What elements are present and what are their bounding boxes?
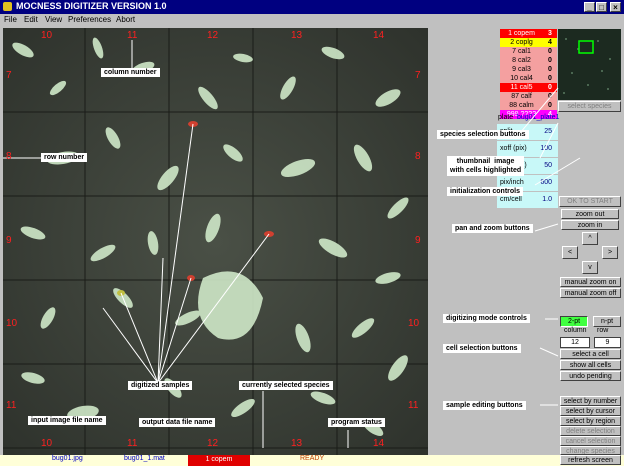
- col-num-bottom: 10: [41, 438, 53, 449]
- row-num-right: 10: [408, 318, 420, 329]
- image-canvas[interactable]: 10 11 12 13 14 7 8 9 10 11 7 8 9 10 11 1…: [3, 28, 428, 455]
- app-icon: [3, 2, 12, 11]
- two-pt-mode-button[interactable]: 2-pt: [560, 316, 588, 327]
- menu-edit[interactable]: Edit: [24, 15, 38, 24]
- column-label: column: [564, 327, 587, 334]
- callout-output-data-file-name: output data file name: [139, 418, 216, 427]
- menu-abort[interactable]: Abort: [116, 15, 135, 24]
- callout-input-image-file-name: input image file name: [28, 416, 106, 425]
- select-a-cell-button[interactable]: select a cell: [560, 349, 621, 359]
- row-num-right: 9: [415, 235, 421, 246]
- menu-preferences[interactable]: Preferences: [68, 15, 111, 24]
- output-file-name: bug01_1.mat: [124, 455, 165, 462]
- cancel-selection-button[interactable]: cancel selection: [560, 436, 621, 446]
- row-num-left: 11: [6, 400, 17, 411]
- window-title: MOCNESS DIGITIZER VERSION 1.0: [16, 1, 167, 11]
- col-num-bottom: 11: [127, 438, 138, 449]
- plankton-image: [3, 28, 428, 455]
- col-num-bottom: 14: [373, 438, 385, 449]
- row-num-right: 11: [408, 400, 419, 411]
- program-status: READY: [300, 455, 325, 462]
- menu-bar: File Edit View Preferences Abort: [0, 14, 624, 26]
- n-pt-mode-button[interactable]: n-pt: [593, 316, 621, 327]
- callout-column-number: column number: [101, 68, 160, 77]
- select-by-number-button[interactable]: select by number: [560, 396, 621, 406]
- row-label: row: [597, 327, 609, 334]
- pan-down-button[interactable]: v: [582, 261, 598, 274]
- col-num-bottom: 12: [207, 438, 219, 449]
- row-num-left: 7: [6, 70, 12, 81]
- callout-program-status: program status: [328, 418, 385, 427]
- manual-zoom-off-button[interactable]: manual zoom off: [560, 288, 621, 298]
- row-num-left: 9: [6, 235, 12, 246]
- pan-up-button[interactable]: ^: [582, 232, 598, 245]
- menu-view[interactable]: View: [45, 15, 62, 24]
- maximize-button[interactable]: □: [596, 2, 607, 12]
- input-file-name: bug01.jpg: [52, 455, 83, 462]
- col-num-top: 11: [127, 30, 138, 41]
- row-num-left: 8: [6, 151, 12, 162]
- col-num-top: 13: [291, 30, 303, 41]
- undo-pending-button[interactable]: undo pending: [560, 371, 621, 381]
- zoom-in-button[interactable]: zoom in: [561, 220, 619, 230]
- callout-currently-selected-species: currently selected species: [239, 381, 333, 390]
- callout-row-number: row number: [41, 153, 88, 162]
- zoom-out-button[interactable]: zoom out: [561, 209, 619, 219]
- row-input[interactable]: 9: [594, 337, 621, 348]
- menu-file[interactable]: File: [4, 15, 17, 24]
- column-input[interactable]: 12: [560, 337, 590, 348]
- row-num-right: 7: [415, 70, 421, 81]
- minimize-button[interactable]: _: [584, 2, 595, 12]
- select-by-cursor-button[interactable]: select by cursor: [560, 406, 621, 416]
- select-by-region-button[interactable]: select by region: [560, 416, 621, 426]
- pan-right-button[interactable]: >: [602, 246, 618, 259]
- pan-left-button[interactable]: <: [562, 246, 578, 259]
- refresh-screen-button[interactable]: refresh screen: [560, 455, 621, 465]
- callout-digitized-samples: digitized samples: [128, 381, 193, 390]
- status-bar: bug01.jpg bug01_1.mat 1 copem READY: [0, 455, 624, 466]
- row-num-left: 10: [6, 318, 18, 329]
- col-num-top: 12: [207, 30, 219, 41]
- col-num-top: 10: [41, 30, 53, 41]
- current-species: 1 copem: [188, 455, 250, 466]
- show-all-cells-button[interactable]: show all cells: [560, 360, 621, 370]
- col-num-bottom: 13: [291, 438, 303, 449]
- delete-selection-button[interactable]: delete selection: [560, 426, 621, 436]
- close-button[interactable]: ×: [610, 2, 621, 12]
- change-species-button[interactable]: change species: [560, 446, 621, 455]
- title-bar: MOCNESS DIGITIZER VERSION 1.0 _ □ ×: [0, 0, 624, 14]
- row-num-right: 8: [415, 151, 421, 162]
- col-num-top: 14: [373, 30, 385, 41]
- manual-zoom-on-button[interactable]: manual zoom on: [560, 277, 621, 287]
